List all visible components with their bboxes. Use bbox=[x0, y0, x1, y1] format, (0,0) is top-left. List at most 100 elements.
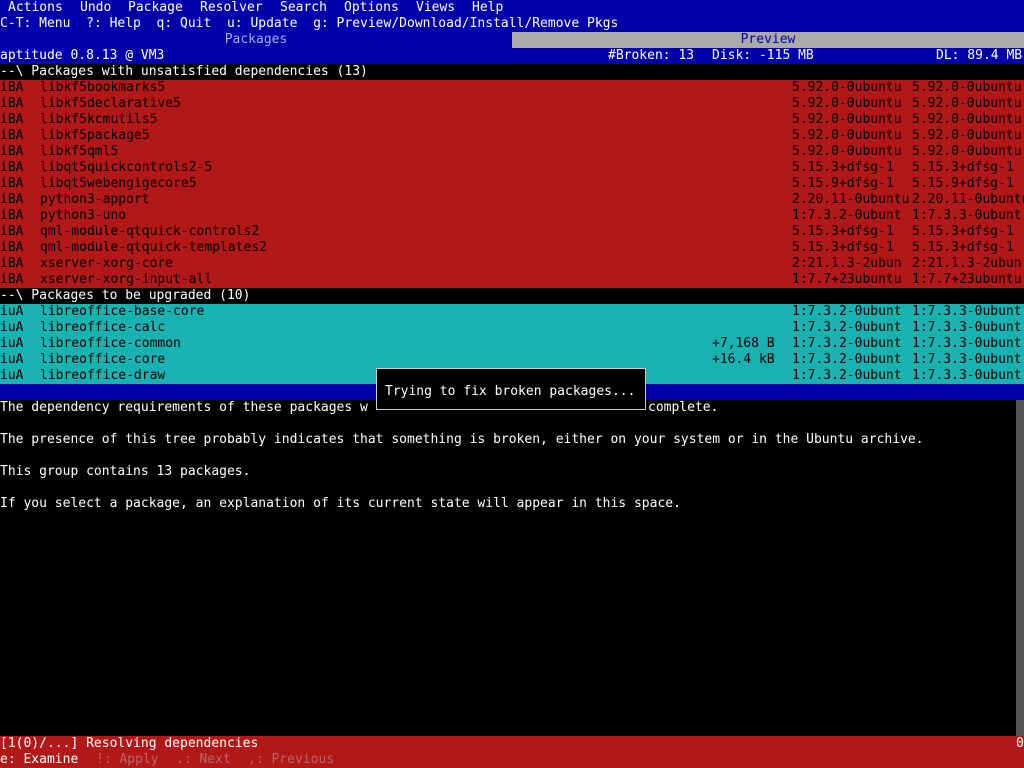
package-current-version: 1:7.3.2-0ubunt bbox=[792, 208, 902, 223]
package-candidate-version: 5.92.0-0ubuntu bbox=[912, 80, 1022, 95]
package-name: libreoffice-base-core bbox=[40, 304, 205, 319]
package-current-version: 2:21.1.3-2ubun bbox=[792, 256, 902, 271]
menu-search[interactable]: Search bbox=[280, 0, 327, 16]
shortcut-bar: C-T: Menu ?: Help q: Quit u: Update g: P… bbox=[0, 16, 1024, 32]
package-name: libreoffice-core bbox=[40, 352, 166, 367]
package-flags: iBA bbox=[0, 224, 24, 239]
package-row[interactable]: iBA libkf5package5 5.92.0-0ubuntu 5.92.0-0u… bbox=[0, 128, 1024, 144]
package-name: qml-module-qtquick-templates2 bbox=[40, 240, 267, 255]
package-row[interactable]: iBA python3-apport 2.20.11-0ubuntu 2.20.11-… bbox=[0, 192, 1024, 208]
package-name: python3-uno bbox=[40, 208, 127, 223]
package-candidate-version: 1:7.3.3-0ubunt bbox=[912, 208, 1022, 223]
description-line-3: This group contains 13 packages. bbox=[0, 464, 251, 479]
package-current-version: 1:7.3.2-0ubunt bbox=[792, 336, 902, 351]
package-current-version: 2.20.11-0ubuntu bbox=[792, 192, 910, 207]
package-flags: iBA bbox=[0, 272, 24, 287]
package-flags: iBA bbox=[0, 112, 24, 127]
menu-undo[interactable]: Undo bbox=[80, 0, 111, 16]
package-size-change: +16.4 kB bbox=[712, 352, 775, 367]
package-row[interactable]: iBA libqt5webengigecore5 5.15.9+dfsg-1 5.15… bbox=[0, 176, 1024, 192]
previous-key[interactable]: ,: Previous bbox=[248, 752, 334, 768]
package-candidate-version: 5.15.3+dfsg-1 bbox=[912, 240, 1014, 255]
package-candidate-version: 1:7.7+23ubuntu bbox=[912, 272, 1022, 287]
next-key[interactable]: .: Next bbox=[176, 752, 231, 768]
package-current-version: 1:7.3.2-0ubunt bbox=[792, 320, 902, 335]
description-scrollbar[interactable] bbox=[1016, 400, 1024, 736]
description-line-4: If you select a package, an explanation … bbox=[0, 496, 681, 511]
package-flags: iuA bbox=[0, 368, 24, 383]
package-row[interactable]: iuA libreoffice-common +7,168 B 1:7.3.2-0ub… bbox=[0, 336, 1024, 352]
description-line-2: The presence of this tree probably indic… bbox=[0, 432, 924, 447]
package-candidate-version: 2:21.1.3-2ubun bbox=[912, 256, 1022, 271]
package-row[interactable]: iBA libkf5declarative5 5.92.0-0ubuntu 5.92.… bbox=[0, 96, 1024, 112]
package-name: libkf5qml5 bbox=[40, 144, 119, 159]
package-row[interactable]: iBA libkf5kcmutils5 5.92.0-0ubuntu 5.92.0-0… bbox=[0, 112, 1024, 128]
package-flags: iuA bbox=[0, 352, 24, 367]
tab-packages[interactable]: Packages bbox=[0, 32, 512, 48]
package-candidate-version: 2.20.11-0ubuntu bbox=[912, 192, 1024, 207]
package-current-version: 1:7.7+23ubuntu bbox=[792, 272, 902, 287]
package-row[interactable]: iBA libqt5quickcontrols2-5 5.15.3+dfsg-1 5.… bbox=[0, 160, 1024, 176]
package-row[interactable]: iBA xserver-xorg-input-all 1:7.7+23ubuntu 1… bbox=[0, 272, 1024, 288]
tab-bar: Packages Preview bbox=[0, 32, 1024, 48]
shortcut-hints: C-T: Menu ?: Help q: Quit u: Update g: P… bbox=[0, 16, 619, 31]
resolver-keys-bar: e: Examine !: Apply .: Next ,: Previous bbox=[0, 752, 1024, 768]
menu-package[interactable]: Package bbox=[128, 0, 183, 16]
package-candidate-version: 5.15.3+dfsg-1 bbox=[912, 224, 1014, 239]
menu-help[interactable]: Help bbox=[472, 0, 503, 16]
package-row[interactable]: iuA libreoffice-base-core 1:7.3.2-0ubunt 1:… bbox=[0, 304, 1024, 320]
package-flags: iuA bbox=[0, 320, 24, 335]
broken-count: #Broken: 13 bbox=[608, 48, 695, 63]
package-name: libreoffice-calc bbox=[40, 320, 166, 335]
package-name: libkf5bookmarks5 bbox=[40, 80, 166, 95]
package-row[interactable]: iBA xserver-xorg-core 2:21.1.3-2ubun 2:21.1… bbox=[0, 256, 1024, 272]
package-flags: iBA bbox=[0, 128, 24, 143]
package-name: libqt5quickcontrols2-5 bbox=[40, 160, 213, 175]
package-current-version: 1:7.3.2-0ubunt bbox=[792, 368, 902, 383]
package-name: libkf5kcmutils5 bbox=[40, 112, 158, 127]
package-flags: iBA bbox=[0, 256, 24, 271]
menu-actions[interactable]: Actions bbox=[8, 0, 63, 16]
package-flags: iBA bbox=[0, 144, 24, 159]
package-flags: iBA bbox=[0, 192, 24, 207]
apply-key[interactable]: !: Apply bbox=[96, 752, 159, 768]
package-row[interactable]: iBA qml-module-qtquick-controls2 5.15.3+df… bbox=[0, 224, 1024, 240]
app-version: aptitude 0.8.13 @ VM3 bbox=[0, 48, 165, 63]
package-candidate-version: 5.92.0-0ubuntu bbox=[912, 96, 1022, 111]
menu-views[interactable]: Views bbox=[416, 0, 455, 16]
package-candidate-version: 1:7.3.3-0ubunt bbox=[912, 352, 1022, 367]
package-row[interactable]: iuA libreoffice-calc 1:7.3.2-0ubunt 1:7.3.3… bbox=[0, 320, 1024, 336]
package-name: libkf5declarative5 bbox=[40, 96, 181, 111]
package-flags: iuA bbox=[0, 304, 24, 319]
description-line-1-end: complete. bbox=[648, 400, 719, 415]
package-size-change: +7,168 B bbox=[712, 336, 775, 351]
progress-dialog-text: Trying to fix broken packages... bbox=[385, 384, 636, 399]
package-name: python3-apport bbox=[40, 192, 150, 207]
package-current-version: 5.15.3+dfsg-1 bbox=[792, 240, 894, 255]
description-pane: The dependency requirements of these pac… bbox=[0, 400, 1024, 736]
package-flags: iBA bbox=[0, 240, 24, 255]
tab-preview[interactable]: Preview bbox=[512, 32, 1024, 48]
package-flags: iBA bbox=[0, 208, 24, 223]
package-candidate-version: 1:7.3.3-0ubunt bbox=[912, 336, 1022, 351]
package-current-version: 5.92.0-0ubuntu bbox=[792, 144, 902, 159]
package-flags: iBA bbox=[0, 160, 24, 175]
examine-key[interactable]: e: Examine bbox=[0, 752, 78, 768]
package-name: xserver-xorg-input-all bbox=[40, 272, 213, 287]
package-flags: iBA bbox=[0, 176, 24, 191]
disk-usage: Disk: -115 MB bbox=[712, 48, 814, 63]
package-flags: iBA bbox=[0, 80, 24, 95]
package-row[interactable]: iBA python3-uno 1:7.3.2-0ubunt 1:7.3.3-0ubu… bbox=[0, 208, 1024, 224]
group-header-upgrade[interactable]: --\ Packages to be upgraded (10) bbox=[0, 288, 1024, 304]
group-header-broken[interactable]: --\ Packages with unsatisfied dependenci… bbox=[0, 64, 1024, 80]
package-current-version: 5.92.0-0ubuntu bbox=[792, 80, 902, 95]
package-row[interactable]: iuA libreoffice-core +16.4 kB 1:7.3.2-0ubun… bbox=[0, 352, 1024, 368]
package-row[interactable]: iBA libkf5qml5 5.92.0-0ubuntu 5.92.0-0ubunt… bbox=[0, 144, 1024, 160]
menu-resolver[interactable]: Resolver bbox=[200, 0, 263, 16]
package-row[interactable]: iBA qml-module-qtquick-templates2 5.15.3+d… bbox=[0, 240, 1024, 256]
package-candidate-version: 1:7.3.3-0ubunt bbox=[912, 368, 1022, 383]
group-header-label: --\ Packages to be upgraded (10) bbox=[0, 288, 251, 303]
menu-options[interactable]: Options bbox=[344, 0, 399, 16]
package-row[interactable]: iBA libkf5bookmarks5 5.92.0-0ubuntu 5.92.0-… bbox=[0, 80, 1024, 96]
package-candidate-version: 1:7.3.3-0ubunt bbox=[912, 304, 1022, 319]
